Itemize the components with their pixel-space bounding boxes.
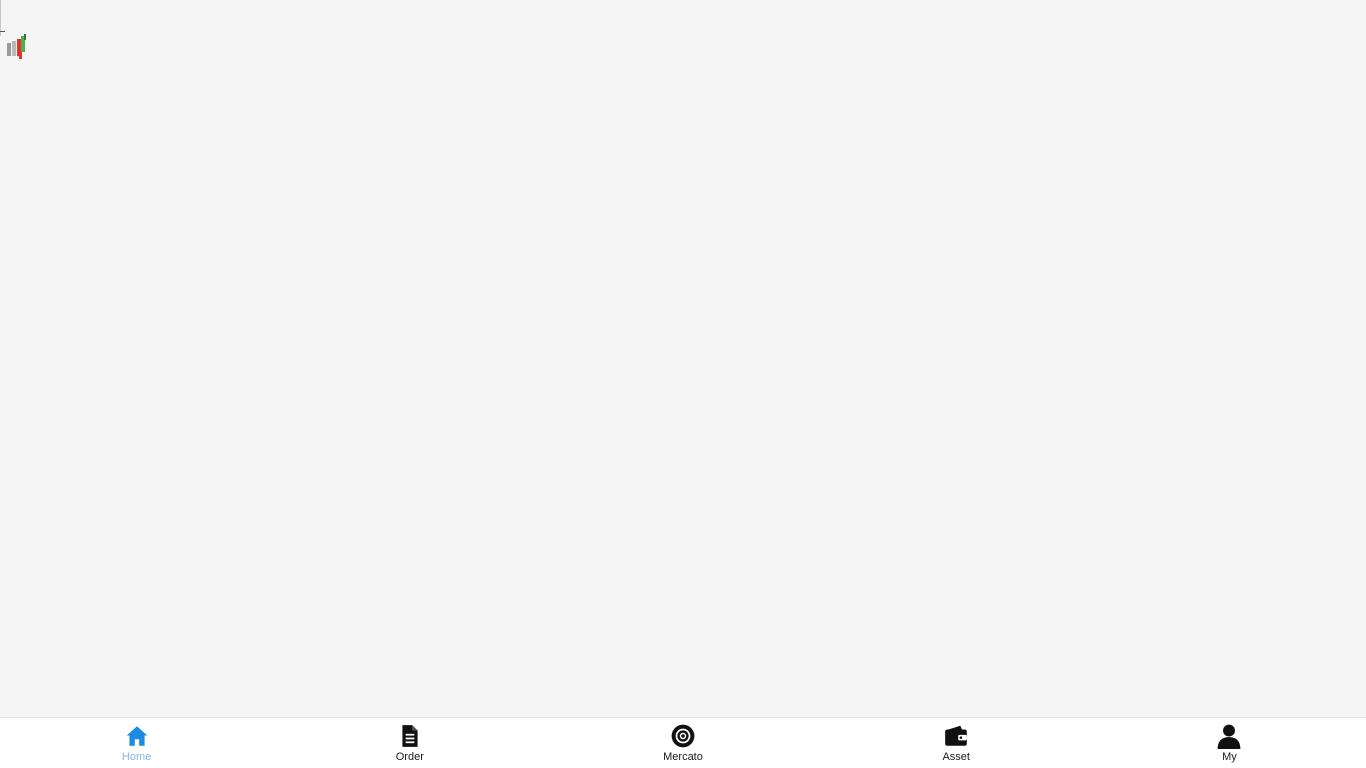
tab-asset-label: Asset <box>942 751 970 763</box>
bar-chart-logo-icon <box>7 34 26 59</box>
tab-mercato-label: Mercato <box>663 751 703 763</box>
tab-my-label: My <box>1222 751 1237 763</box>
home-icon <box>126 726 147 746</box>
market-circle-icon <box>671 724 695 748</box>
bottom-tab-bar: Home Order Mercato Asset My <box>0 717 1366 768</box>
tab-my[interactable]: My <box>1093 718 1366 768</box>
tab-order[interactable]: Order <box>273 718 546 768</box>
wallet-icon <box>945 725 968 746</box>
top-edge-tick <box>0 31 5 32</box>
tab-home-label: Home <box>121 751 152 763</box>
tab-asset[interactable]: Asset <box>820 718 1093 768</box>
user-icon <box>1218 724 1241 749</box>
tab-home[interactable]: Home <box>0 718 273 768</box>
tab-order-label: Order <box>395 751 424 763</box>
tab-mercato[interactable]: Mercato <box>546 718 819 768</box>
app-page: Home Order Mercato Asset My <box>0 0 1366 768</box>
document-icon <box>402 725 418 747</box>
